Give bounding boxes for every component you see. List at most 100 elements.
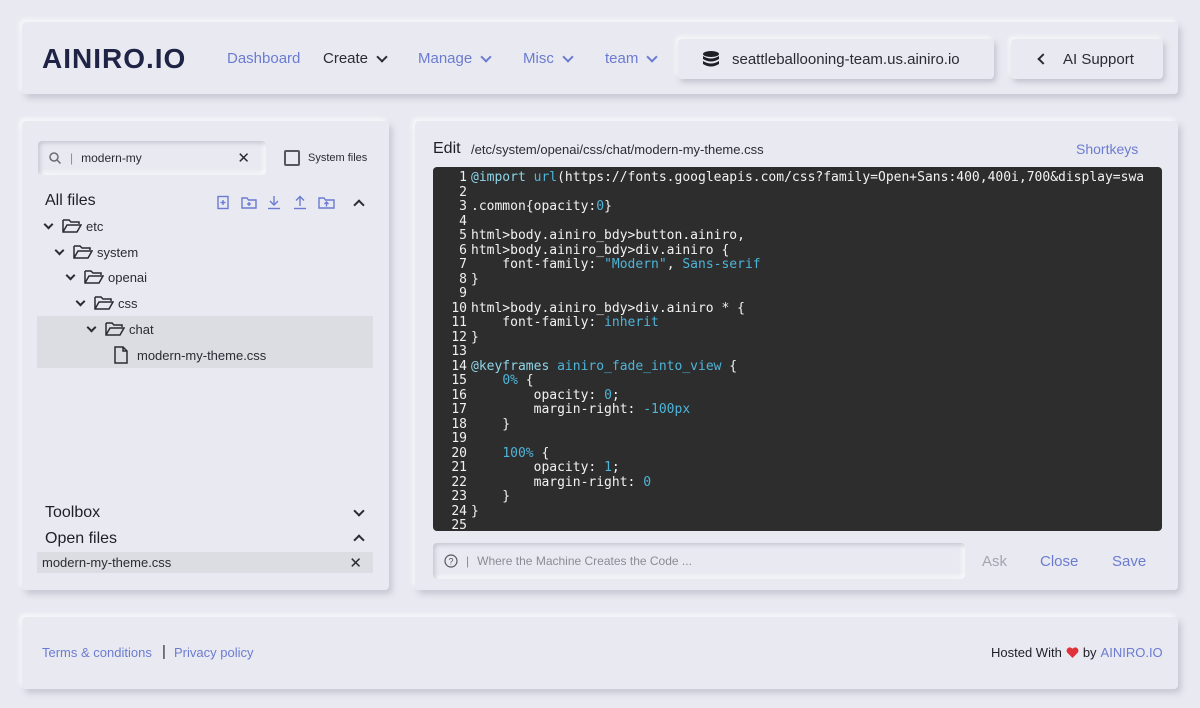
line-number: 14 xyxy=(451,358,467,374)
server-name: seattleballooning-team.us.ainiro.io xyxy=(732,50,960,68)
tree-label: openai xyxy=(108,269,148,285)
code-line[interactable]: margin-right: -100px xyxy=(471,402,1144,418)
code-line[interactable]: 100% { xyxy=(471,446,1144,462)
code-line[interactable]: .common{opacity:0} xyxy=(471,199,1144,215)
chevron-down-icon xyxy=(65,270,76,280)
collapse-all-files-icon[interactable] xyxy=(353,199,365,211)
heart-icon xyxy=(1066,646,1079,658)
nav-manage[interactable]: Manage xyxy=(418,50,492,67)
ai-prompt-placeholder: Where the Machine Creates the Code ... xyxy=(477,554,692,568)
code-line[interactable] xyxy=(471,215,1144,230)
line-number: 16 xyxy=(451,387,467,403)
code-line[interactable]: } xyxy=(471,272,1144,288)
code-line[interactable] xyxy=(471,186,1144,201)
toolbox-title[interactable]: Toolbox xyxy=(45,504,100,522)
tree-folder-openai[interactable]: openai xyxy=(37,264,373,290)
code-line[interactable]: 0% { xyxy=(471,373,1144,389)
line-number: 25 xyxy=(451,518,467,531)
database-icon xyxy=(703,51,719,67)
code-line[interactable]: opacity: 0; xyxy=(471,388,1144,404)
line-number: 7 xyxy=(459,257,467,272)
chevron-down-icon xyxy=(54,245,65,255)
code-line[interactable]: opacity: 1; xyxy=(471,460,1144,476)
logo-wordmark: AINIRO.IO xyxy=(42,43,185,74)
tree-label: chat xyxy=(129,321,154,337)
code-content[interactable]: @import url(https://fonts.googleapis.com… xyxy=(471,170,1144,531)
new-folder-icon[interactable] xyxy=(241,195,257,215)
line-number: 1 xyxy=(459,170,467,185)
nav-dashboard[interactable]: Dashboard xyxy=(227,50,300,67)
chevron-up-icon[interactable] xyxy=(353,534,365,546)
code-line[interactable]: font-family: inherit xyxy=(471,315,1144,331)
close-file-icon[interactable]: ✕ xyxy=(349,554,362,572)
code-line[interactable]: } xyxy=(471,489,1144,505)
code-line[interactable]: margin-right: 0 xyxy=(471,475,1144,491)
open-file-item[interactable]: modern-my-theme.css ✕ xyxy=(37,552,373,573)
tree-label: etc xyxy=(86,218,104,234)
download-icon[interactable] xyxy=(267,195,281,215)
system-files-label: System files xyxy=(308,152,368,164)
line-number: 8 xyxy=(459,271,467,287)
code-line[interactable]: @import url(https://fonts.googleapis.com… xyxy=(471,170,1144,186)
nav-manage-label: Manage xyxy=(418,50,473,67)
code-line[interactable]: } xyxy=(471,417,1144,433)
chevron-down-icon[interactable] xyxy=(353,505,365,517)
upload-icon[interactable] xyxy=(293,195,307,215)
code-line[interactable] xyxy=(471,519,1144,531)
close-button[interactable]: Close xyxy=(1040,553,1078,570)
search-value: modern-my xyxy=(81,151,142,165)
code-line[interactable]: } xyxy=(471,330,1144,346)
ask-button[interactable]: Ask xyxy=(982,553,1007,570)
nav-create[interactable]: Create xyxy=(323,50,388,67)
code-line[interactable]: html>body.ainiro_bdy>div.ainiro * { xyxy=(471,301,1144,317)
save-button[interactable]: Save xyxy=(1112,553,1146,570)
tree-folder-etc[interactable]: etc xyxy=(37,213,373,239)
code-line[interactable] xyxy=(471,432,1144,447)
tree-folder-system[interactable]: system xyxy=(37,239,373,265)
code-line[interactable] xyxy=(471,345,1144,360)
chevron-down-icon xyxy=(562,50,574,63)
line-number: 17 xyxy=(451,402,467,417)
chevron-down-icon xyxy=(480,50,492,63)
open-file-label: modern-my-theme.css xyxy=(42,555,172,570)
ai-support-button[interactable]: AI Support xyxy=(1011,39,1163,79)
file-search-input[interactable]: | modern-my ✕ xyxy=(38,141,266,175)
shortkeys-link[interactable]: Shortkeys xyxy=(1076,141,1138,157)
terms-link[interactable]: Terms & conditions xyxy=(42,645,152,660)
nav-dashboard-label: Dashboard xyxy=(227,50,301,67)
folder-open-icon xyxy=(94,296,114,310)
line-number: 11 xyxy=(451,315,467,330)
privacy-link[interactable]: Privacy policy xyxy=(174,645,253,660)
line-number: 2 xyxy=(459,184,467,200)
clear-search-icon[interactable]: ✕ xyxy=(237,149,250,167)
tree-file-modern-my-theme[interactable]: modern-my-theme.css xyxy=(37,342,373,368)
chevron-down-icon xyxy=(43,219,54,229)
code-line[interactable]: @keyframes ainiro_fade_into_view { xyxy=(471,359,1144,375)
code-line[interactable] xyxy=(471,287,1144,302)
nav-misc[interactable]: Misc xyxy=(523,50,574,67)
line-numbers: 1 2 3 4 5 6 7 8 9 10 11 12 13 14 15 16 17 18 19 20 21 22 23 24 2… xyxy=(433,170,467,531)
tree-folder-chat[interactable]: chat xyxy=(37,316,373,342)
nav-team[interactable]: team xyxy=(605,50,659,67)
tree-label: system xyxy=(97,244,139,260)
line-number: 15 xyxy=(451,373,467,388)
folder-open-icon xyxy=(105,322,125,336)
search-icon xyxy=(49,152,62,165)
code-line[interactable]: html>body.ainiro_bdy>div.ainiro { xyxy=(471,243,1144,259)
system-files-checkbox[interactable] xyxy=(284,150,300,166)
ai-prompt-input[interactable]: ? | Where the Machine Creates the Code .… xyxy=(433,543,965,579)
file-path: /etc/system/openai/css/chat/modern-my-th… xyxy=(471,142,764,157)
code-line[interactable]: html>body.ainiro_bdy>button.ainiro, xyxy=(471,228,1144,244)
server-selector-button[interactable]: seattleballooning-team.us.ainiro.io xyxy=(678,39,994,79)
line-number: 24 xyxy=(451,503,467,519)
code-line[interactable]: } xyxy=(471,504,1144,520)
new-file-icon[interactable] xyxy=(216,195,231,215)
upload-folder-icon[interactable] xyxy=(318,195,335,215)
code-editor[interactable]: 1 2 3 4 5 6 7 8 9 10 11 12 13 14 15 16 17 18 19 20 21 22 23 24 2… xyxy=(433,167,1162,531)
brand-link[interactable]: AINIRO.IO xyxy=(1101,645,1163,660)
line-number: 21 xyxy=(451,460,467,475)
tree-folder-css[interactable]: css xyxy=(37,290,373,316)
ainiro-logo[interactable]: AINIRO.IO xyxy=(42,43,218,77)
code-line[interactable]: font-family: "Modern", Sans-serif xyxy=(471,257,1144,273)
open-files-title[interactable]: Open files xyxy=(45,530,117,548)
